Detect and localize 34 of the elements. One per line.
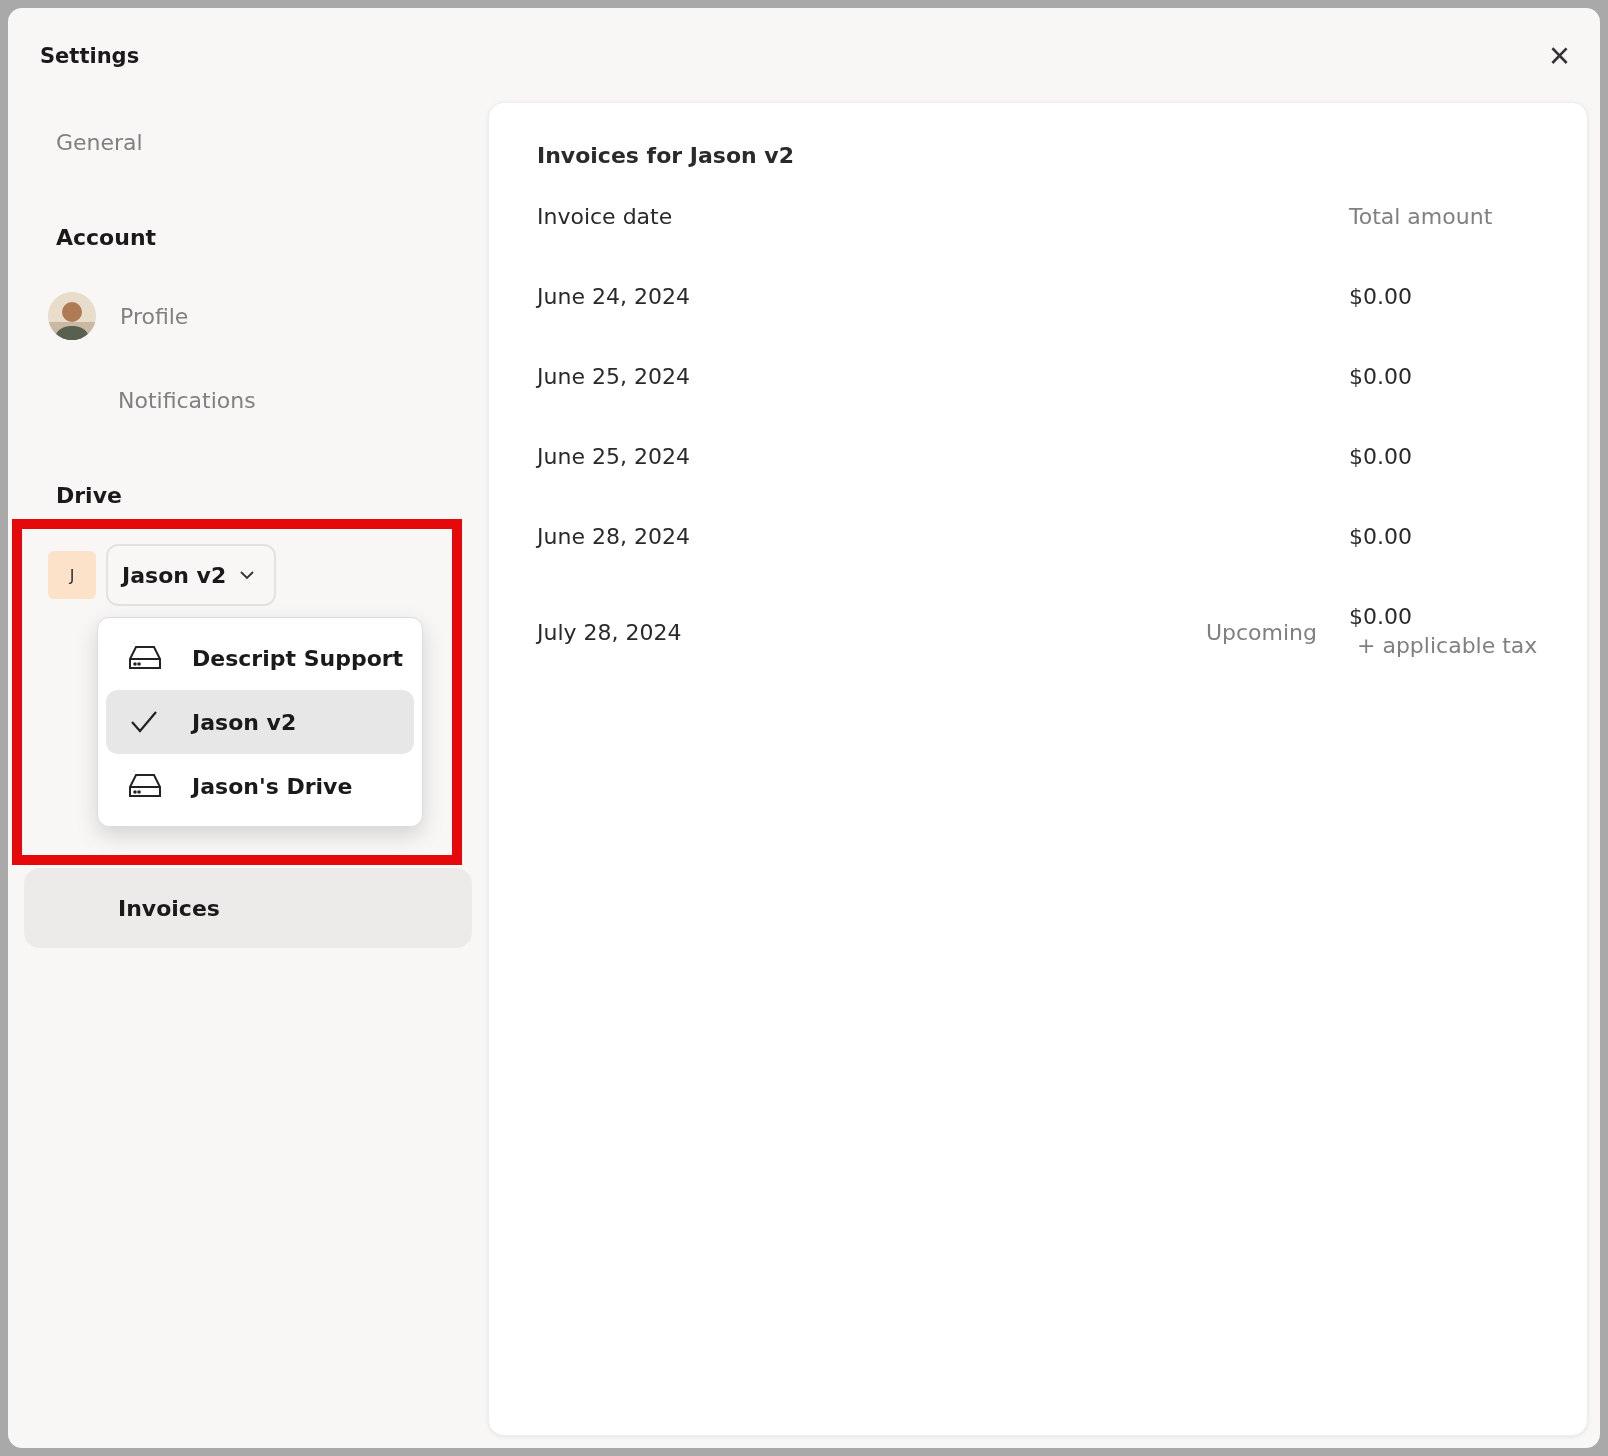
close-button[interactable]: ×	[1542, 38, 1576, 74]
menu-item-label: Jason v2	[192, 709, 297, 735]
invoice-date: July 28, 2024	[537, 620, 682, 645]
invoice-date: June 25, 2024	[537, 444, 690, 469]
section-heading: Drive	[55, 481, 123, 510]
drive-icon	[128, 773, 162, 799]
menu-item-label: Jason's Drive	[192, 773, 353, 799]
chevron-down-icon	[240, 570, 255, 580]
invoice-date: June 28, 2024	[537, 524, 690, 549]
invoice-amount: $0.00	[1349, 524, 1413, 549]
invoice-amount: $0.00	[1349, 284, 1413, 309]
window-title: Settings	[40, 44, 140, 68]
section-heading: Account	[55, 223, 158, 252]
panel-title: Invoices for Jason v2	[537, 143, 795, 168]
menu-item[interactable]: Descript Support	[106, 626, 414, 690]
menu-item[interactable]: Jason v2	[106, 690, 414, 754]
drive-icon	[128, 645, 162, 671]
sidebar-item[interactable]: Notifications	[24, 360, 472, 440]
drive-avatar: J	[48, 551, 96, 599]
invoice-amount: $0.00	[1349, 604, 1413, 629]
tax-note: + applicable tax	[1356, 633, 1539, 658]
invoice-date: June 25, 2024	[537, 364, 690, 389]
status-label: Upcoming	[1205, 620, 1317, 645]
menu-item-label: Descript Support	[192, 645, 404, 671]
sidebar-item[interactable]: Profile	[120, 303, 189, 329]
drive-dropdown[interactable]: Jason v2	[106, 544, 277, 606]
sidebar-item[interactable]: General	[24, 102, 472, 182]
column-header: Invoice date	[537, 204, 674, 229]
invoice-date: June 24, 2024	[537, 284, 690, 309]
invoice-amount: $0.00	[1349, 444, 1413, 469]
invoice-amount: $0.00	[1349, 364, 1413, 389]
column-header: Total amount	[1349, 204, 1494, 229]
sidebar-item[interactable]: Invoices	[24, 868, 472, 948]
menu-item[interactable]: Jason's Drive	[106, 754, 414, 818]
